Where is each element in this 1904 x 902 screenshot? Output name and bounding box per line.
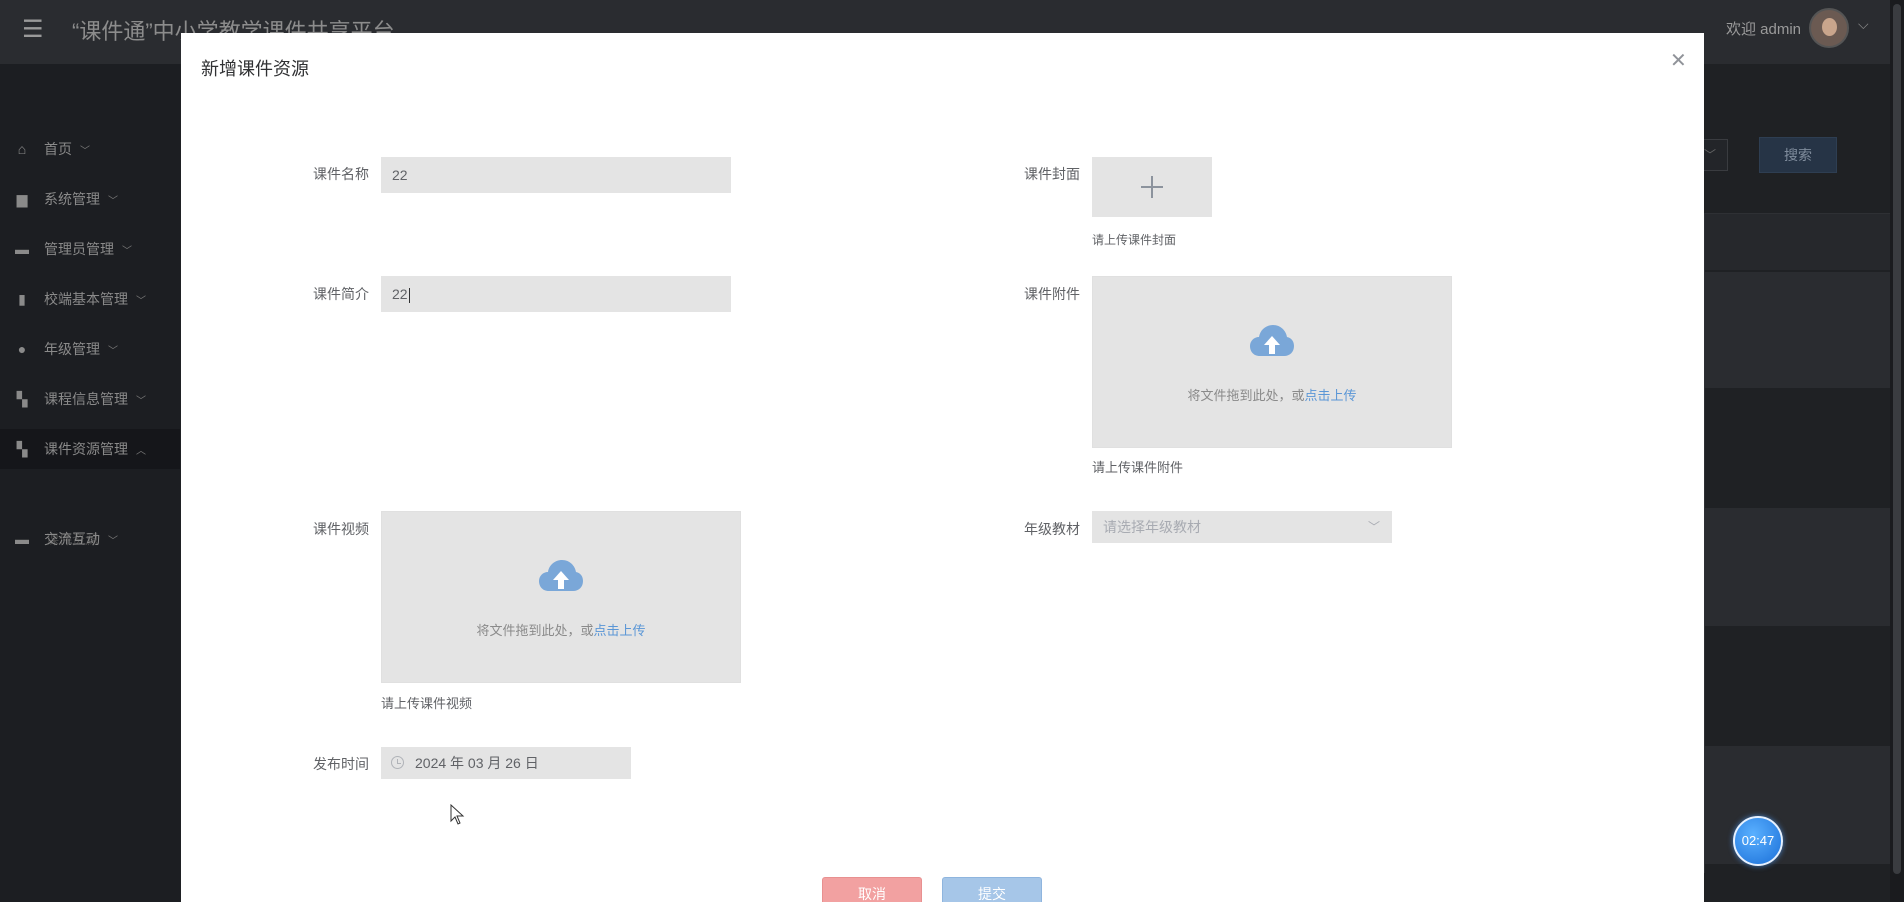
sidebar-item-label: 年级管理 (44, 341, 100, 357)
sidebar-item-system[interactable]: ▆ 系统管理 ﹀ (0, 179, 180, 219)
video-tip: 请上传课件视频 (381, 696, 473, 711)
dialog-title: 新增课件资源 (201, 59, 309, 79)
sidebar-item-school[interactable]: ▮ 校端基本管理 ﹀ (0, 279, 180, 319)
chevron-down-icon: ﹀ (108, 345, 118, 357)
table-row (1705, 214, 1890, 270)
attachment-label: 课件附件 (1024, 286, 1080, 302)
chevron-down-icon: ﹀ (108, 195, 118, 207)
close-icon[interactable]: ✕ (1670, 51, 1687, 71)
intro-field[interactable]: 22 (381, 276, 731, 312)
sidebar-item-label: 课程信息管理 (44, 391, 128, 407)
book-icon: ▮ (18, 290, 26, 307)
publish-value: 2024 年 03 月 26 日 (415, 755, 539, 771)
click-upload-link[interactable]: 点击上传 (594, 623, 646, 638)
grade-placeholder: 请选择年级教材 (1103, 519, 1201, 535)
sidebar: ⌂ 首页 ﹀ ▆ 系统管理 ﹀ ▬ 管理员管理 ﹀ ▮ 校端基本管理 ﹀ ● 年… (0, 64, 180, 902)
cover-tip: 请上传课件封面 (1092, 233, 1177, 247)
intro-value: 22 (392, 286, 408, 302)
grade-label: 年级教材 (1024, 521, 1080, 537)
sidebar-item-grades[interactable]: ● 年级管理 ﹀ (0, 329, 180, 369)
sidebar-item-resources[interactable]: ▚ 课件资源管理 ︿ (0, 429, 180, 469)
video-label: 课件视频 (313, 521, 369, 537)
name-value: 22 (392, 167, 408, 183)
add-resource-dialog: 新增课件资源 ✕ 课件名称 22 课件简介 22 课件视频 将文件拖到此处，或点… (181, 33, 1704, 902)
timer-badge[interactable]: 02:47 (1733, 816, 1783, 866)
drag-text: 将文件拖到此处，或点击上传 (1093, 385, 1451, 404)
sidebar-item-label: 管理员管理 (44, 241, 114, 257)
sidebar-item-label: 交流互动 (44, 531, 100, 547)
sidebar-item-label: 校端基本管理 (44, 291, 128, 307)
submit-button[interactable]: 提交 (942, 877, 1042, 902)
sidebar-item-label: 系统管理 (44, 191, 100, 207)
cover-label: 课件封面 (1024, 166, 1080, 182)
drag-hint: 将文件拖到此处，或 (476, 623, 594, 638)
sidebar-item-home[interactable]: ⌂ 首页 ﹀ (0, 129, 180, 169)
welcome-text: 欢迎 admin (1726, 21, 1802, 38)
compass-icon: ● (17, 341, 27, 357)
sidebar-item-label: 课件资源管理 (44, 441, 128, 457)
table-row (1705, 508, 1890, 626)
table-row (1705, 272, 1890, 388)
clock-icon (391, 756, 404, 769)
mouse-cursor-icon (450, 804, 465, 825)
dashboard-icon: ▚ (16, 440, 28, 457)
name-field[interactable]: 22 (381, 157, 731, 193)
grade-select[interactable]: 请选择年级教材 ﹀ (1092, 511, 1392, 543)
page-scrollbar[interactable] (1890, 0, 1904, 902)
home-icon: ⌂ (17, 141, 27, 157)
cancel-button[interactable]: 取消 (822, 877, 922, 902)
drag-text: 将文件拖到此处，或点击上传 (382, 620, 740, 639)
sidebar-item-label: 首页 (44, 141, 72, 157)
gift-icon: ▆ (16, 190, 28, 207)
attachment-tip: 请上传课件附件 (1092, 460, 1184, 475)
chevron-down-icon: ﹀ (136, 295, 146, 307)
chevron-down-icon[interactable]: ⌵ (1858, 16, 1869, 33)
chevron-up-icon: ︿ (136, 445, 146, 457)
cover-upload-button[interactable] (1092, 157, 1212, 217)
upload-cloud-icon (539, 560, 583, 591)
text-caret (408, 287, 410, 303)
click-upload-link[interactable]: 点击上传 (1305, 388, 1357, 403)
name-label: 课件名称 (313, 166, 369, 182)
message-icon: ▬ (15, 531, 29, 547)
publish-date-picker[interactable]: 2024 年 03 月 26 日 (381, 747, 631, 779)
video-upload-dropzone[interactable]: 将文件拖到此处，或点击上传 (381, 511, 741, 683)
chevron-down-icon: ﹀ (122, 245, 132, 257)
avatar[interactable] (1809, 8, 1849, 48)
publish-label: 发布时间 (313, 756, 369, 772)
chevron-down-icon: ﹀ (108, 535, 118, 547)
hamburger-icon[interactable]: ☰ (22, 18, 44, 42)
plus-icon-stroke (1151, 176, 1153, 198)
sidebar-item-courses[interactable]: ▚ 课程信息管理 ﹀ (0, 379, 180, 419)
intro-label: 课件简介 (313, 286, 369, 302)
panel-icon: ▬ (15, 241, 29, 257)
scrollbar-thumb[interactable] (1893, 4, 1901, 874)
sidebar-item-admins[interactable]: ▬ 管理员管理 ﹀ (0, 229, 180, 269)
chevron-down-icon: ﹀ (1367, 520, 1380, 534)
drag-hint: 将文件拖到此处，或 (1187, 388, 1305, 403)
sidebar-item-interaction[interactable]: ▬ 交流互动 ﹀ (0, 519, 180, 559)
dashboard-icon: ▚ (16, 390, 28, 407)
chevron-down-icon: ﹀ (136, 395, 146, 407)
search-button[interactable]: 搜索 (1759, 137, 1837, 173)
chevron-down-icon: ﹀ (80, 145, 90, 157)
attachment-upload-dropzone[interactable]: 将文件拖到此处，或点击上传 (1092, 276, 1452, 448)
upload-cloud-icon (1250, 325, 1294, 356)
